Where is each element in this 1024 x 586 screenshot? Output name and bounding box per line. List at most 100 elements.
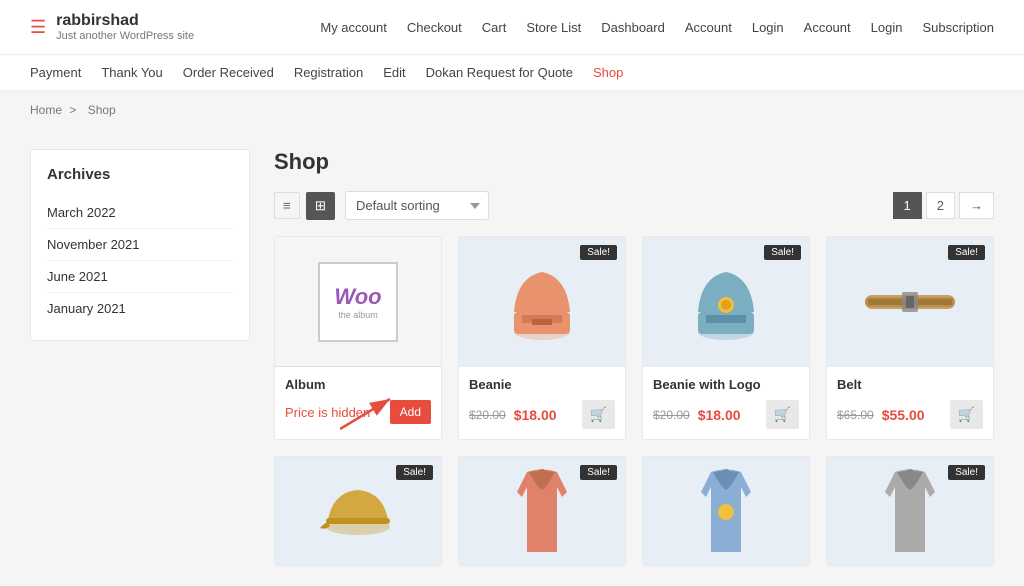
original-price-belt: $65.00 bbox=[837, 408, 874, 422]
nav-edit[interactable]: Edit bbox=[383, 65, 405, 80]
beanie-blue-image bbox=[686, 257, 766, 347]
product-price-beanie: $20.00 $18.00 bbox=[469, 407, 557, 423]
archives-widget: Archives March 2022 November 2021 June 2… bbox=[30, 149, 250, 341]
product-image-album: Woo the album bbox=[275, 237, 441, 367]
products-grid-row2: Sale! Sale! bbox=[274, 456, 994, 566]
sort-select[interactable]: Default sorting Sort by popularity Sort … bbox=[345, 191, 489, 220]
nav-dashboard[interactable]: Dashboard bbox=[601, 20, 665, 35]
pagination: 1 2 → bbox=[893, 192, 994, 219]
breadcrumb-separator: > bbox=[69, 103, 79, 117]
products-grid: Woo the album Album Price is hidden bbox=[274, 236, 994, 440]
list-view-button[interactable]: ≡ bbox=[274, 192, 300, 219]
product-info-beanie-logo: Beanie with Logo $20.00 $18.00 🛒 bbox=[643, 367, 809, 439]
sale-badge-cap: Sale! bbox=[396, 465, 433, 480]
archive-june-2021[interactable]: June 2021 bbox=[47, 261, 233, 293]
nav-dokan-request[interactable]: Dokan Request for Quote bbox=[426, 65, 573, 80]
product-image-beanie-logo: Sale! bbox=[643, 237, 809, 367]
sale-badge-hoodie-gray: Sale! bbox=[948, 465, 985, 480]
nav-account-1[interactable]: Account bbox=[685, 20, 732, 35]
shop-toolbar: ≡ ⊞ Default sorting Sort by popularity S… bbox=[274, 191, 994, 220]
shop-title: Shop bbox=[274, 149, 994, 175]
top-nav: My account Checkout Cart Store List Dash… bbox=[320, 8, 994, 47]
nav-payment[interactable]: Payment bbox=[30, 65, 81, 80]
original-price-beanie: $20.00 bbox=[469, 408, 506, 422]
hoodie-pink-image bbox=[507, 462, 577, 562]
product-image-hoodie-pink: Sale! bbox=[459, 457, 625, 566]
view-toggles: ≡ ⊞ bbox=[274, 192, 335, 220]
woo-text: Woo bbox=[334, 284, 381, 310]
archive-march-2022[interactable]: March 2022 bbox=[47, 197, 233, 229]
product-price-beanie-logo: $20.00 $18.00 bbox=[653, 407, 741, 423]
nav-checkout[interactable]: Checkout bbox=[407, 20, 462, 35]
sidebar: Archives March 2022 November 2021 June 2… bbox=[30, 149, 250, 566]
product-image-hoodie-blue bbox=[643, 457, 809, 566]
pagination-next-button[interactable]: → bbox=[959, 192, 994, 219]
product-image-hoodie-gray: Sale! bbox=[827, 457, 993, 566]
price-actions-beanie: $20.00 $18.00 🛒 bbox=[469, 400, 615, 429]
sale-badge-beanie-logo: Sale! bbox=[764, 245, 801, 260]
product-card-hoodie-blue bbox=[642, 456, 810, 566]
archive-list: March 2022 November 2021 June 2021 Janua… bbox=[47, 197, 233, 324]
product-image-beanie: Sale! bbox=[459, 237, 625, 367]
archive-november-2021[interactable]: November 2021 bbox=[47, 229, 233, 261]
belt-image bbox=[860, 277, 960, 327]
sale-price-beanie-logo: $18.00 bbox=[698, 407, 741, 423]
breadcrumb-home[interactable]: Home bbox=[30, 103, 62, 117]
site-tagline: Just another WordPress site bbox=[56, 30, 194, 42]
grid-view-button[interactable]: ⊞ bbox=[306, 192, 335, 220]
add-to-cart-belt[interactable]: 🛒 bbox=[950, 400, 983, 429]
add-to-cart-beanie[interactable]: 🛒 bbox=[582, 400, 615, 429]
site-title: rabbirshad bbox=[56, 12, 194, 30]
nav-cart[interactable]: Cart bbox=[482, 20, 507, 35]
product-name-beanie: Beanie bbox=[469, 377, 615, 392]
product-card-hoodie-gray: Sale! bbox=[826, 456, 994, 566]
product-card-beanie-logo: Sale! Beanie with Logo bbox=[642, 236, 810, 440]
archive-january-2021[interactable]: January 2021 bbox=[47, 293, 233, 324]
beanie-pink-image bbox=[502, 257, 582, 347]
hoodie-gray-image bbox=[875, 462, 945, 562]
page-2-button[interactable]: 2 bbox=[926, 192, 955, 219]
nav-account-2[interactable]: Account bbox=[804, 20, 851, 35]
price-actions-belt: $65.00 $55.00 🛒 bbox=[837, 400, 983, 429]
nav-order-received[interactable]: Order Received bbox=[183, 65, 274, 80]
price-actions-beanie-logo: $20.00 $18.00 🛒 bbox=[653, 400, 799, 429]
page-1-button[interactable]: 1 bbox=[893, 192, 922, 219]
shop-content: Shop ≡ ⊞ Default sorting Sort by popular… bbox=[274, 149, 994, 566]
sale-price-beanie: $18.00 bbox=[514, 407, 557, 423]
nav-login-2[interactable]: Login bbox=[871, 20, 903, 35]
nav-my-account[interactable]: My account bbox=[320, 20, 386, 35]
sale-badge-belt: Sale! bbox=[948, 245, 985, 260]
nav-shop[interactable]: Shop bbox=[593, 65, 623, 80]
breadcrumb: Home > Shop bbox=[0, 91, 1024, 129]
add-to-cart-beanie-logo[interactable]: 🛒 bbox=[766, 400, 799, 429]
sale-price-belt: $55.00 bbox=[882, 407, 925, 423]
nav-login-1[interactable]: Login bbox=[752, 20, 784, 35]
original-price-beanie-logo: $20.00 bbox=[653, 408, 690, 422]
top-header: ☰ rabbirshad Just another WordPress site… bbox=[0, 0, 1024, 55]
nav-store-list[interactable]: Store List bbox=[526, 20, 581, 35]
sale-badge-beanie: Sale! bbox=[580, 245, 617, 260]
hamburger-icon[interactable]: ☰ bbox=[30, 17, 46, 38]
product-price-belt: $65.00 $55.00 bbox=[837, 407, 925, 423]
product-name-beanie-logo: Beanie with Logo bbox=[653, 377, 799, 392]
product-image-belt: Sale! bbox=[827, 237, 993, 367]
product-info-belt: Belt $65.00 $55.00 🛒 bbox=[827, 367, 993, 439]
product-info-beanie: Beanie $20.00 $18.00 🛒 bbox=[459, 367, 625, 439]
archives-title: Archives bbox=[47, 166, 233, 183]
product-name-belt: Belt bbox=[837, 377, 983, 392]
main-content: Archives March 2022 November 2021 June 2… bbox=[0, 129, 1024, 586]
product-image-cap: Sale! bbox=[275, 457, 441, 566]
nav-thank-you[interactable]: Thank You bbox=[101, 65, 162, 80]
nav-subscription[interactable]: Subscription bbox=[922, 20, 994, 35]
product-card-album: Woo the album Album Price is hidden bbox=[274, 236, 442, 440]
cap-image bbox=[318, 482, 398, 542]
breadcrumb-current: Shop bbox=[88, 103, 116, 117]
sale-badge-hoodie-pink: Sale! bbox=[580, 465, 617, 480]
logo-area: ☰ rabbirshad Just another WordPress site bbox=[30, 0, 210, 54]
product-card-cap: Sale! bbox=[274, 456, 442, 566]
product-name-album: Album bbox=[285, 377, 431, 392]
product-info-album: Album Price is hidden bbox=[275, 367, 441, 434]
hoodie-blue-image bbox=[691, 462, 761, 562]
nav-registration[interactable]: Registration bbox=[294, 65, 363, 80]
red-arrow bbox=[340, 394, 400, 434]
